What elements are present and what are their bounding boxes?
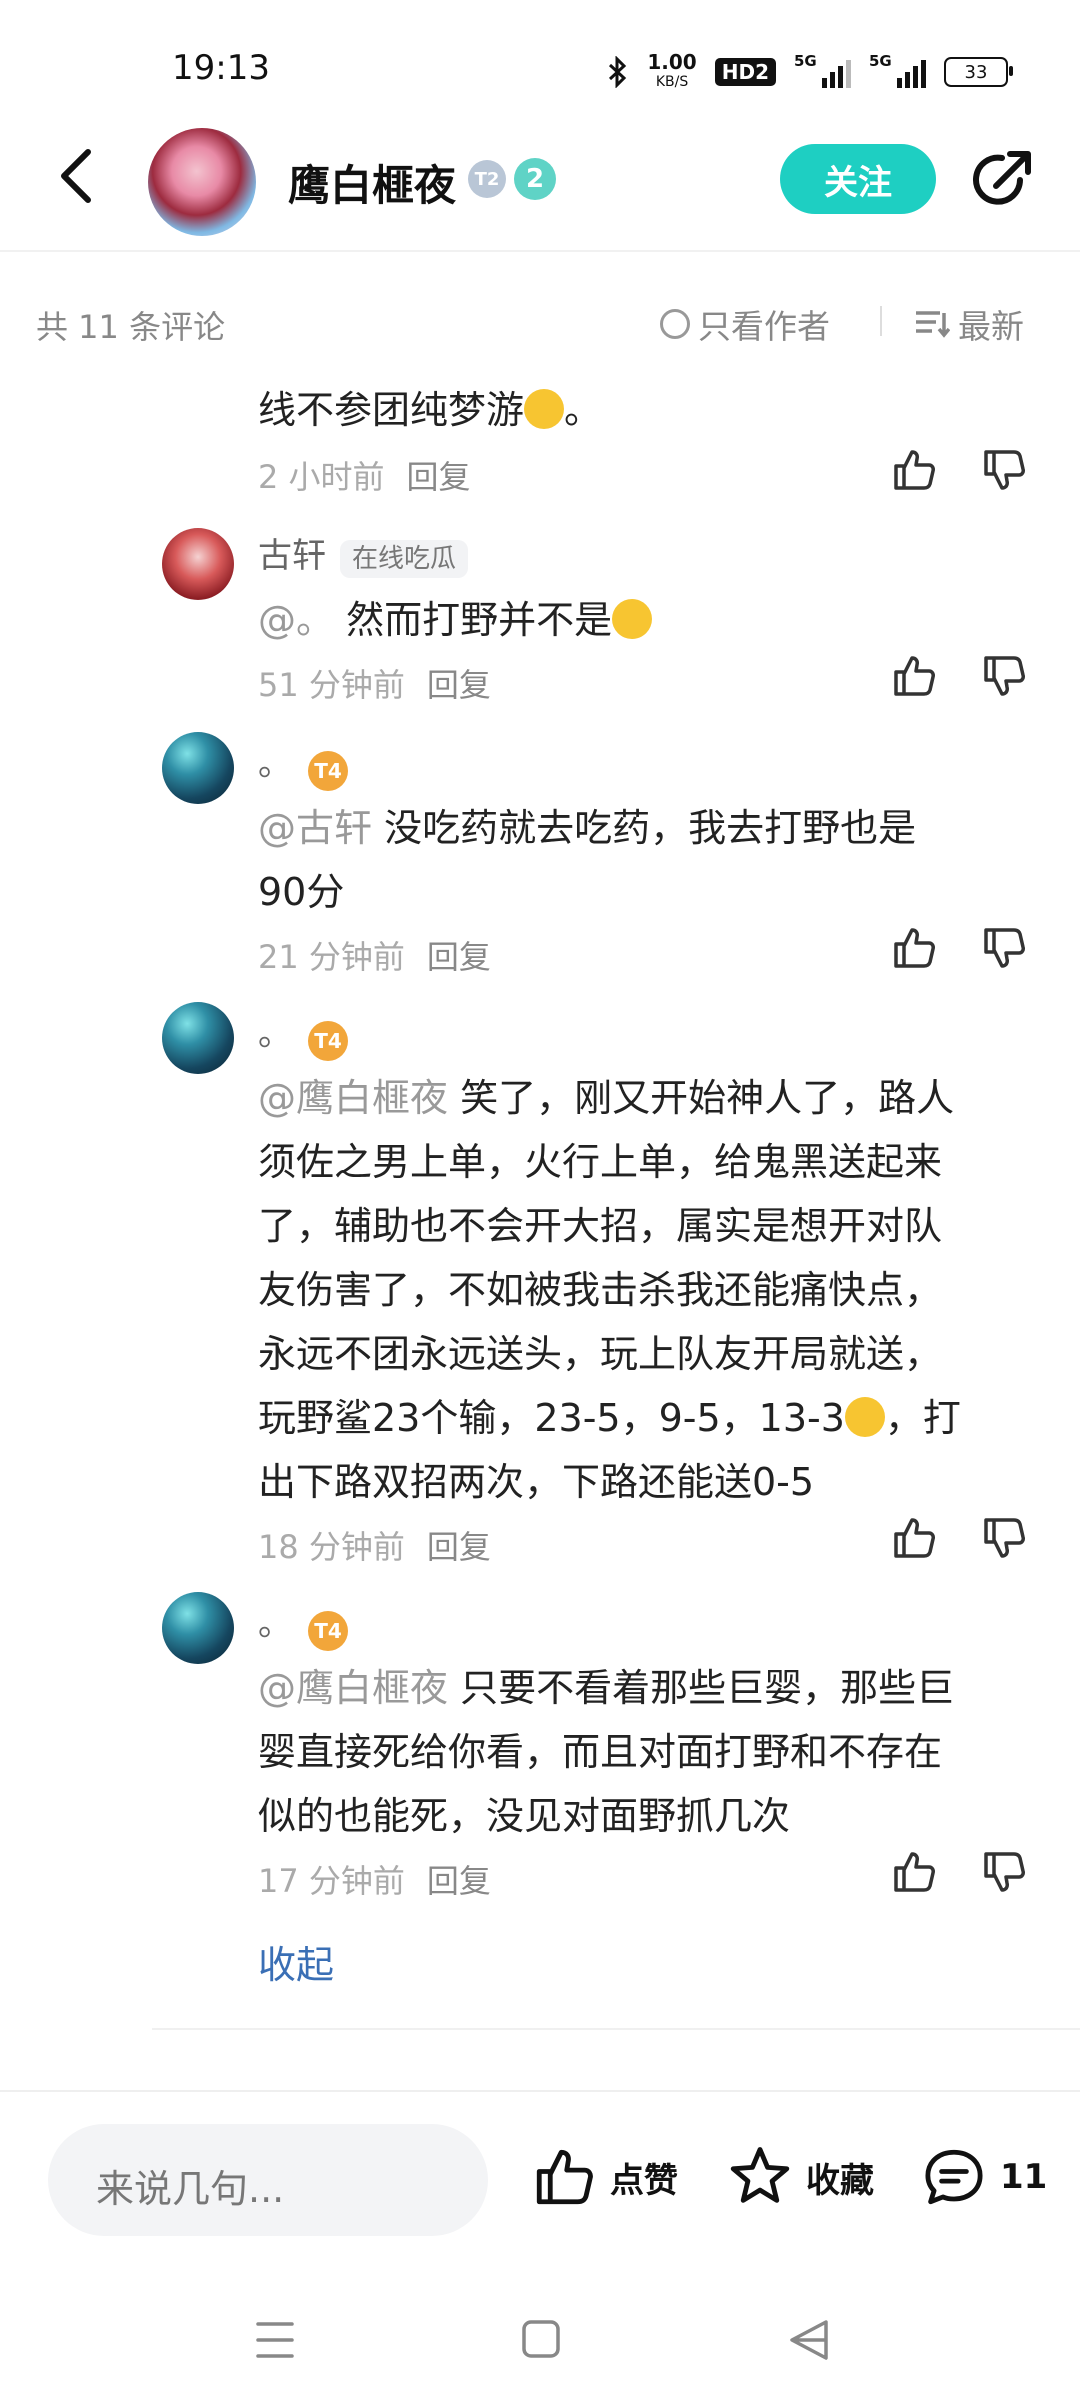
comment-time: 17 分钟前 回复	[258, 1862, 491, 1900]
commenter-avatar[interactable]	[162, 1002, 234, 1074]
commenter-name[interactable]: 。	[258, 1604, 292, 1644]
comments-button[interactable]: 11	[920, 2144, 1047, 2210]
user-tag: 在线吃瓜	[340, 540, 469, 578]
crying-emoji-icon	[612, 599, 653, 639]
commenter-row: 古轩 在线吃瓜	[258, 528, 469, 578]
laughing-emoji-icon	[524, 389, 565, 429]
system-nav-bar	[256, 2320, 828, 2360]
signal-icon-2: 5G	[869, 52, 926, 88]
thumbs-up-icon	[536, 2149, 593, 2205]
favorite-button[interactable]: 收藏	[726, 2144, 874, 2210]
only-author-toggle[interactable]: 只看作者	[660, 300, 830, 348]
comment-bubble-icon	[925, 2149, 983, 2205]
share-icon[interactable]	[970, 146, 1036, 212]
home-nav-icon[interactable]	[522, 2320, 560, 2358]
rank-badge-icon: 2	[514, 158, 556, 200]
like-button[interactable]: 点赞	[530, 2144, 678, 2210]
comment-text: @鹰白榧夜 只要不看着那些巨婴，那些巨 婴直接死给你看，而且对面打野和不存在 似…	[258, 1666, 955, 1838]
mention-link[interactable]: @鹰白榧夜	[258, 1666, 448, 1710]
reply-button[interactable]: 回复	[427, 938, 491, 976]
thread-divider	[152, 2028, 1080, 2030]
level-badge-icon: T4	[308, 750, 348, 791]
back-icon[interactable]	[54, 146, 98, 206]
author-name[interactable]: 鹰白榧夜	[288, 152, 456, 213]
comment-text: @。 然而打野并不是	[258, 588, 1038, 652]
level-badge-icon: T2	[468, 160, 506, 198]
reply-button[interactable]: 回复	[427, 666, 491, 704]
author-avatar[interactable]	[148, 128, 256, 236]
radio-icon	[660, 309, 690, 339]
like-icon[interactable]	[890, 652, 938, 700]
mention-link[interactable]: @古轩	[258, 806, 372, 850]
follow-button[interactable]: 关注	[780, 144, 936, 214]
reply-button[interactable]: 回复	[407, 458, 471, 496]
separator	[880, 306, 882, 336]
bottom-bar-divider	[0, 2090, 1080, 2092]
hd-icon: HD2	[714, 58, 776, 86]
network-speed: 1.00 KB/S	[647, 50, 697, 90]
commenter-name[interactable]: 。	[258, 744, 292, 784]
grin-emoji-icon	[844, 1397, 885, 1437]
commenter-row: 。 T4	[258, 1596, 348, 1651]
comment-time: 21 分钟前 回复	[258, 938, 491, 976]
level-badge-icon: T4	[308, 1020, 348, 1061]
like-icon[interactable]	[890, 1848, 938, 1896]
comment-text: @古轩 没吃药就去吃药，我去打野也是 90分	[258, 806, 917, 914]
like-icon[interactable]	[890, 1514, 938, 1562]
status-time: 19:13	[172, 48, 270, 88]
comment-text: @鹰白榧夜 笑了，刚又开始神人了，路人 须佐之男上单，火行上单，给鬼黑送起来 了…	[258, 1076, 961, 1504]
header-divider	[0, 250, 1080, 252]
mention-link[interactable]: @鹰白榧夜	[258, 1076, 448, 1120]
battery-icon: 33	[944, 57, 1013, 87]
comment-count: 共 11 条评论	[36, 308, 226, 346]
status-icons: 1.00 KB/S HD2 5G 5G 33	[607, 50, 1013, 92]
dislike-icon[interactable]	[980, 924, 1028, 972]
commenter-avatar[interactable]	[162, 528, 234, 600]
collapse-button[interactable]: 收起	[258, 1934, 334, 1989]
commenter-name[interactable]: 古轩	[258, 536, 326, 576]
level-badge-icon: T4	[308, 1610, 348, 1651]
sort-icon	[916, 311, 950, 338]
dislike-icon[interactable]	[980, 1514, 1028, 1562]
signal-icon-1: 5G	[794, 52, 851, 88]
comment-time: 18 分钟前 回复	[258, 1528, 491, 1566]
comment-time: 2 小时前 回复	[258, 458, 471, 496]
commenter-row: 。 T4	[258, 1006, 348, 1061]
mention-link[interactable]: @。	[258, 598, 334, 642]
comment-input[interactable]: 来说几句...	[48, 2124, 488, 2236]
sort-latest[interactable]: 最新	[914, 300, 1024, 348]
back-nav-icon[interactable]	[790, 2320, 828, 2360]
commenter-name[interactable]: 。	[258, 1014, 292, 1054]
comment-time: 51 分钟前 回复	[258, 666, 491, 704]
reply-button[interactable]: 回复	[427, 1862, 491, 1900]
reply-button[interactable]: 回复	[427, 1528, 491, 1566]
like-icon[interactable]	[890, 924, 938, 972]
bluetooth-icon	[609, 56, 627, 88]
commenter-row: 。 T4	[258, 736, 348, 791]
dislike-icon[interactable]	[980, 1848, 1028, 1896]
comment-text: 线不参团纯梦游。	[258, 388, 603, 432]
like-icon[interactable]	[890, 446, 938, 494]
dislike-icon[interactable]	[980, 446, 1028, 494]
dislike-icon[interactable]	[980, 652, 1028, 700]
menu-nav-icon[interactable]	[256, 2322, 294, 2358]
star-icon	[730, 2147, 790, 2203]
commenter-avatar[interactable]	[162, 732, 234, 804]
commenter-avatar[interactable]	[162, 1592, 234, 1664]
